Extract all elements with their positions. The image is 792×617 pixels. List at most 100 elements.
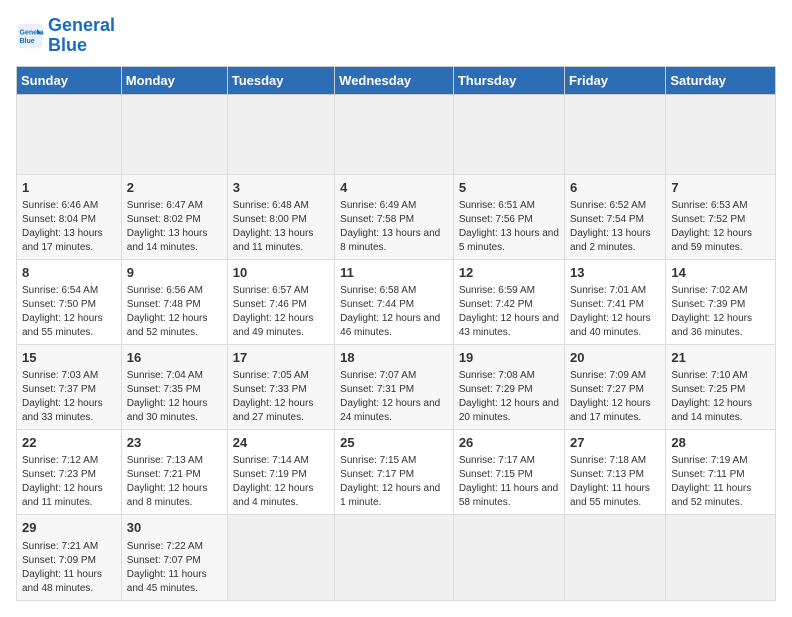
calendar-cell [666, 515, 776, 600]
day-info: Daylight: 12 hours and 4 minutes. [233, 482, 329, 510]
day-info: Sunrise: 7:08 AM [459, 369, 559, 383]
day-info: Sunset: 7:52 PM [671, 213, 770, 227]
calendar-cell: 4 Sunrise: 6:49 AMSunset: 7:58 PMDaylight… [335, 174, 454, 259]
calendar-cell: 28Sunrise: 7:19 AMSunset: 7:11 PMDayligh… [666, 430, 776, 515]
day-number: 16 [127, 349, 222, 367]
day-info: Sunrise: 6:54 AM [22, 284, 116, 298]
calendar-cell: 16 Sunrise: 7:04 AMSunset: 7:35 PMDayligh… [121, 344, 227, 429]
day-info: Sunset: 7:31 PM [340, 383, 448, 397]
col-header-monday: Monday [121, 66, 227, 94]
day-info: Daylight: 13 hours and 5 minutes. [459, 227, 559, 255]
day-info: Sunrise: 6:46 AM [22, 199, 116, 213]
col-header-saturday: Saturday [666, 66, 776, 94]
calendar-cell [335, 94, 454, 174]
calendar-cell [453, 94, 564, 174]
day-info: Sunrise: 6:49 AM [340, 199, 448, 213]
day-info: Sunset: 7:13 PM [570, 468, 660, 482]
day-number: 19 [459, 349, 559, 367]
day-info: Daylight: 12 hours and 27 minutes. [233, 397, 329, 425]
day-info: Daylight: 13 hours and 17 minutes. [22, 227, 116, 255]
day-info: Daylight: 12 hours and 11 minutes. [22, 482, 116, 510]
day-number: 7 [671, 179, 770, 197]
day-info: Daylight: 11 hours and 45 minutes. [127, 568, 222, 596]
day-info: Daylight: 12 hours and 59 minutes. [671, 227, 770, 255]
day-info: Daylight: 12 hours and 30 minutes. [127, 397, 222, 425]
calendar-cell: 15Sunrise: 7:03 AMSunset: 7:37 PMDayligh… [17, 344, 122, 429]
day-info: Sunrise: 7:01 AM [570, 284, 660, 298]
day-number: 18 [340, 349, 448, 367]
calendar-cell: 19Sunrise: 7:08 AMSunset: 7:29 PMDayligh… [453, 344, 564, 429]
day-info: Daylight: 12 hours and 52 minutes. [127, 312, 222, 340]
day-info: Sunset: 7:27 PM [570, 383, 660, 397]
calendar-cell: 11Sunrise: 6:58 AMSunset: 7:44 PMDayligh… [335, 259, 454, 344]
day-info: Sunset: 8:02 PM [127, 213, 222, 227]
day-info: Sunset: 7:44 PM [340, 298, 448, 312]
day-number: 27 [570, 434, 660, 452]
day-info: Sunrise: 6:58 AM [340, 284, 448, 298]
page-header: General Blue GeneralBlue [16, 16, 776, 56]
day-number: 30 [127, 519, 222, 537]
day-info: Sunrise: 6:53 AM [671, 199, 770, 213]
calendar-week-2: 8 Sunrise: 6:54 AMSunset: 7:50 PM Daylight… [17, 259, 776, 344]
col-header-wednesday: Wednesday [335, 66, 454, 94]
day-number: 8 [22, 264, 116, 282]
calendar-cell [564, 94, 665, 174]
day-info: Sunset: 7:23 PM [22, 468, 116, 482]
day-info: Daylight: 13 hours and 8 minutes. [340, 227, 448, 255]
day-number: 14 [671, 264, 770, 282]
day-info: Daylight: 12 hours and 43 minutes. [459, 312, 559, 340]
calendar-cell: 2Sunrise: 6:47 AMSunset: 8:02 PMDaylight… [121, 174, 227, 259]
day-info: Sunset: 7:19 PM [233, 468, 329, 482]
calendar-table: SundayMondayTuesdayWednesdayThursdayFrid… [16, 66, 776, 601]
day-info: Sunset: 7:35 PM [127, 383, 222, 397]
day-info: Sunrise: 7:07 AM [340, 369, 448, 383]
day-info: Sunset: 7:50 PM [22, 298, 116, 312]
day-info: Sunrise: 6:48 AM [233, 199, 329, 213]
day-info: Daylight: 11 hours and 58 minutes. [459, 482, 559, 510]
day-info: Daylight: 12 hours and 40 minutes. [570, 312, 660, 340]
calendar-cell: 12Sunrise: 6:59 AMSunset: 7:42 PMDayligh… [453, 259, 564, 344]
calendar-week-0 [17, 94, 776, 174]
day-number: 4 [340, 179, 448, 197]
day-info: Sunrise: 7:09 AM [570, 369, 660, 383]
day-info: Sunset: 7:58 PM [340, 213, 448, 227]
day-info: Sunset: 7:17 PM [340, 468, 448, 482]
day-info: Daylight: 12 hours and 14 minutes. [671, 397, 770, 425]
day-info: Sunset: 7:37 PM [22, 383, 116, 397]
calendar-cell [121, 94, 227, 174]
calendar-week-3: 15Sunrise: 7:03 AMSunset: 7:37 PMDayligh… [17, 344, 776, 429]
day-info: Daylight: 12 hours and 36 minutes. [671, 312, 770, 340]
col-header-sunday: Sunday [17, 66, 122, 94]
svg-text:Blue: Blue [20, 38, 35, 45]
day-number: 13 [570, 264, 660, 282]
calendar-cell: 10Sunrise: 6:57 AMSunset: 7:46 PMDayligh… [227, 259, 334, 344]
calendar-cell [227, 515, 334, 600]
day-info: Sunset: 7:56 PM [459, 213, 559, 227]
day-info: Daylight: 11 hours and 48 minutes. [22, 568, 116, 596]
calendar-cell: 18Sunrise: 7:07 AMSunset: 7:31 PMDayligh… [335, 344, 454, 429]
day-info: Sunset: 7:54 PM [570, 213, 660, 227]
day-info: Sunrise: 6:56 AM [127, 284, 222, 298]
day-number: 5 [459, 179, 559, 197]
day-info: Sunrise: 6:52 AM [570, 199, 660, 213]
day-info: Sunrise: 7:12 AM [22, 454, 116, 468]
col-header-thursday: Thursday [453, 66, 564, 94]
day-info: Sunrise: 7:22 AM [127, 540, 222, 554]
day-info: Sunrise: 7:04 AM [127, 369, 222, 383]
day-info: Sunrise: 6:57 AM [233, 284, 329, 298]
day-info: Sunrise: 7:02 AM [671, 284, 770, 298]
calendar-cell: 29Sunrise: 7:21 AMSunset: 7:09 PMDayligh… [17, 515, 122, 600]
day-info: Sunset: 7:11 PM [671, 468, 770, 482]
logo-icon: General Blue [16, 22, 44, 50]
day-info: Sunrise: 7:10 AM [671, 369, 770, 383]
calendar-cell: 24Sunrise: 7:14 AMSunset: 7:19 PMDayligh… [227, 430, 334, 515]
day-number: 20 [570, 349, 660, 367]
day-info: Sunset: 7:41 PM [570, 298, 660, 312]
calendar-cell: 14Sunrise: 7:02 AMSunset: 7:39 PMDayligh… [666, 259, 776, 344]
calendar-cell: 1Sunrise: 6:46 AMSunset: 8:04 PMDaylight… [17, 174, 122, 259]
calendar-header: SundayMondayTuesdayWednesdayThursdayFrid… [17, 66, 776, 94]
calendar-cell [564, 515, 665, 600]
day-number: 29 [22, 519, 116, 537]
day-number: 3 [233, 179, 329, 197]
calendar-cell: 20Sunrise: 7:09 AMSunset: 7:27 PMDayligh… [564, 344, 665, 429]
